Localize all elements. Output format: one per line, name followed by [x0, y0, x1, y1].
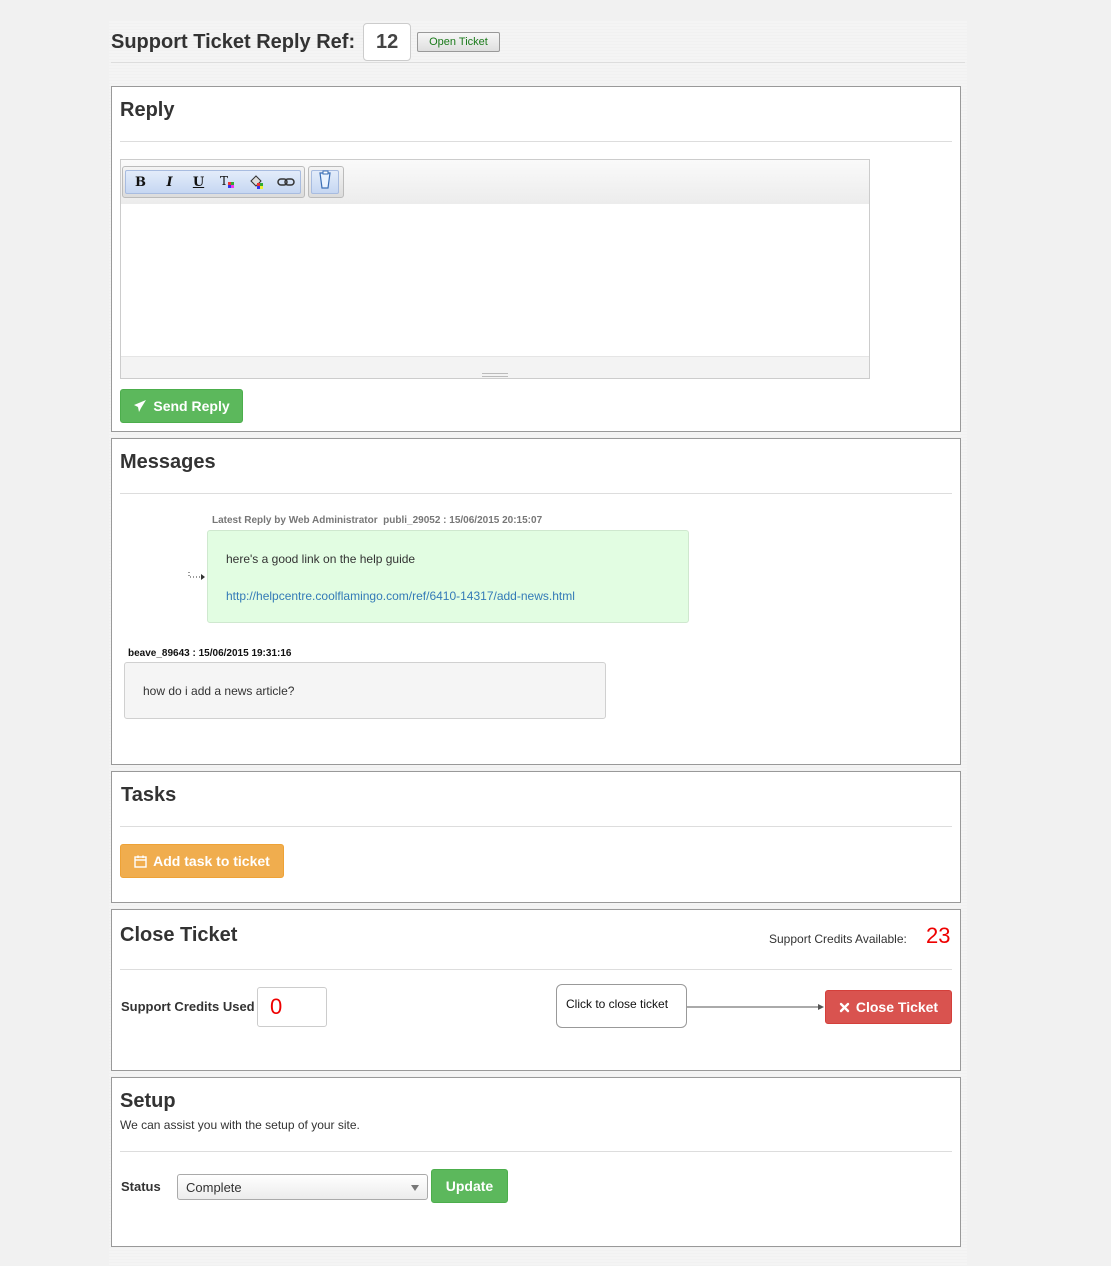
close-ticket-title: Close Ticket: [120, 924, 238, 946]
messages-divider: [120, 493, 952, 494]
close-ticket-divider: [120, 969, 952, 970]
reply-text-area[interactable]: [121, 204, 869, 356]
close-ticket-panel: Close Ticket Support Credits Available: …: [111, 909, 961, 1071]
background-color-button[interactable]: [242, 171, 271, 193]
send-reply-label: Send Reply: [153, 398, 230, 414]
messages-title: Messages: [120, 451, 216, 473]
credits-available-value: 23: [926, 923, 951, 948]
message-link[interactable]: http://helpcentre.coolflamingo.com/ref/6…: [226, 589, 575, 603]
messages-panel: Messages Latest Reply by Web Administrat…: [111, 438, 961, 765]
reply-divider: [120, 141, 952, 142]
status-label: Status: [121, 1179, 161, 1194]
paste-button[interactable]: [316, 170, 334, 195]
paper-plane-icon: [134, 400, 147, 412]
reply-editor: B I U T: [120, 159, 870, 379]
italic-button[interactable]: I: [155, 171, 184, 193]
tooltip-arrow-icon: [687, 1004, 824, 1010]
close-icon: [839, 1002, 850, 1012]
header-divider: [111, 62, 965, 63]
format-toolbar-group: B I U T: [122, 166, 305, 198]
bold-button[interactable]: B: [126, 171, 155, 193]
status-select-value: Complete: [186, 1179, 242, 1195]
credits-available-label: Support Credits Available:: [769, 932, 907, 946]
update-button[interactable]: Update: [431, 1169, 508, 1203]
reply-title: Reply: [120, 99, 175, 121]
add-task-label: Add task to ticket: [153, 853, 270, 869]
message-meta: beave_89643 : 15/06/2015 19:31:16: [128, 648, 292, 659]
message-bubble: here's a good link on the help guide htt…: [207, 530, 689, 623]
message-meta: Latest Reply by Web Administrator publi_…: [212, 515, 543, 526]
editor-toolbar: B I U T: [121, 160, 869, 204]
underline-button[interactable]: U: [184, 171, 213, 193]
reply-panel: Reply B I U T Send Reply: [111, 86, 961, 432]
message-bubble: how do i add a news article?: [124, 662, 606, 719]
link-button[interactable]: [271, 171, 300, 193]
message-text: how do i add a news article?: [143, 684, 295, 698]
credits-used-field[interactable]: 0: [257, 987, 327, 1027]
text-color-button[interactable]: T: [213, 171, 242, 193]
ticket-header: Support Ticket Reply Ref: 12 Open Ticket: [111, 22, 965, 62]
calendar-icon: [134, 855, 147, 868]
send-reply-button[interactable]: Send Reply: [120, 389, 243, 423]
reply-arrow-icon: [188, 572, 205, 580]
open-ticket-button[interactable]: Open Ticket: [417, 32, 500, 52]
close-ticket-tooltip: Click to close ticket: [556, 984, 687, 1028]
credits-used-label: Support Credits Used: [121, 999, 255, 1014]
clipboard-icon: [319, 170, 331, 189]
status-select[interactable]: Complete: [177, 1174, 428, 1200]
tasks-title: Tasks: [121, 784, 177, 806]
ticket-ref-number: 12: [363, 23, 412, 61]
tasks-panel: Tasks Add task to ticket: [111, 771, 961, 903]
insert-toolbar-group: [308, 166, 344, 198]
page-title: Support Ticket Reply Ref:: [111, 30, 356, 53]
close-ticket-button[interactable]: Close Ticket: [825, 990, 952, 1024]
tasks-divider: [120, 826, 952, 827]
setup-description: We can assist you with the setup of your…: [120, 1118, 360, 1132]
paint-bucket-icon: [249, 175, 263, 189]
setup-title: Setup: [120, 1090, 176, 1112]
link-icon: [276, 178, 295, 186]
resize-grip-icon[interactable]: [482, 373, 508, 377]
chevron-down-icon: [411, 1185, 419, 1191]
editor-resize-bar[interactable]: [121, 356, 869, 378]
setup-panel: Setup We can assist you with the setup o…: [111, 1077, 961, 1247]
message-text: here's a good link on the help guide: [226, 552, 416, 566]
text-color-icon: T: [220, 174, 234, 188]
add-task-button[interactable]: Add task to ticket: [120, 844, 284, 878]
close-ticket-label: Close Ticket: [855, 999, 939, 1015]
setup-divider: [120, 1151, 952, 1152]
svg-text:T: T: [220, 174, 228, 188]
